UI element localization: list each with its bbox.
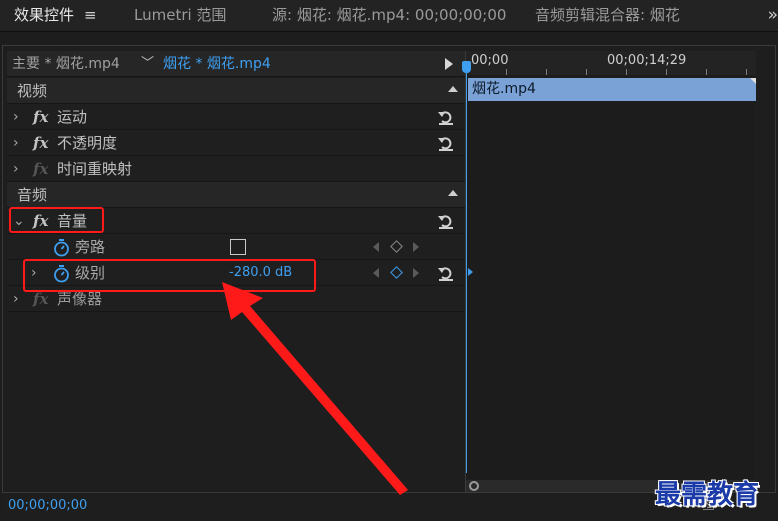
previous-keyframe-icon[interactable] bbox=[373, 268, 379, 278]
chevron-down-icon[interactable]: ﹀ bbox=[141, 51, 154, 77]
stopwatch-icon[interactable] bbox=[53, 238, 70, 257]
panel-menu-icon[interactable]: ≡ bbox=[84, 0, 97, 31]
keyframe-marker-icon[interactable] bbox=[468, 268, 473, 276]
chevron-right-icon[interactable]: › bbox=[13, 130, 19, 156]
clip-selector-bar: 主要 * 烟花.mp4 ﹀ 烟花 * 烟花.mp4 bbox=[7, 51, 465, 77]
ruler-tick bbox=[626, 69, 627, 75]
tab-overflow-icon[interactable]: » bbox=[768, 0, 778, 32]
fx-icon[interactable]: fx bbox=[33, 130, 48, 156]
param-row-bypass: 旁路 bbox=[7, 234, 465, 260]
reset-icon[interactable] bbox=[437, 108, 455, 126]
tab-effect-controls[interactable]: 效果控件 ≡ bbox=[14, 0, 97, 32]
next-keyframe-icon[interactable] bbox=[413, 242, 419, 252]
scroll-handle[interactable] bbox=[469, 481, 479, 491]
sequence-clip-label[interactable]: 烟花 * 烟花.mp4 bbox=[163, 51, 271, 77]
current-timecode[interactable]: 00;00;00;00 bbox=[8, 493, 87, 519]
ruler-tick bbox=[506, 69, 507, 75]
section-video[interactable]: 视频 bbox=[7, 78, 465, 104]
play-icon[interactable] bbox=[445, 58, 453, 70]
master-clip-label[interactable]: 主要 * 烟花.mp4 bbox=[12, 51, 120, 77]
clip-end-marker bbox=[750, 78, 756, 84]
fx-icon[interactable]: fx bbox=[33, 104, 48, 130]
effect-name-motion: 运动 bbox=[57, 108, 88, 126]
time-ruler[interactable]: 00;00 00;00;14;29 bbox=[462, 51, 756, 75]
param-label-bypass: 旁路 bbox=[75, 238, 106, 256]
effect-name-time-remapping: 时间重映射 bbox=[57, 160, 133, 178]
next-keyframe-icon[interactable] bbox=[413, 268, 419, 278]
bypass-checkbox[interactable] bbox=[230, 239, 246, 255]
highlight-box-level bbox=[23, 259, 316, 292]
ruler-start-time: 00;00 bbox=[471, 53, 509, 68]
chevron-right-icon[interactable]: › bbox=[13, 286, 19, 312]
highlight-box-volume bbox=[9, 207, 104, 233]
effect-name-opacity: 不透明度 bbox=[57, 134, 118, 152]
section-audio[interactable]: 音频 bbox=[7, 182, 465, 208]
section-audio-label: 音频 bbox=[17, 186, 48, 204]
fx-icon: fx bbox=[33, 160, 49, 178]
effect-row-opacity[interactable]: › fx 不透明度 bbox=[7, 130, 465, 156]
timeline-clip[interactable]: 烟花.mp4 bbox=[468, 78, 756, 101]
ruler-tick bbox=[666, 69, 667, 75]
reset-icon[interactable] bbox=[437, 264, 455, 282]
add-keyframe-icon[interactable] bbox=[390, 240, 403, 253]
chevron-right-icon[interactable]: › bbox=[13, 156, 19, 182]
add-keyframe-icon[interactable] bbox=[390, 266, 403, 279]
tab-effect-controls-label: 效果控件 bbox=[14, 6, 75, 24]
tab-audio-clip-mixer[interactable]: 音频剪辑混合器: 烟花 bbox=[535, 0, 680, 32]
collapse-triangle-icon[interactable] bbox=[448, 86, 458, 92]
ruler-tick bbox=[706, 69, 707, 75]
section-video-label: 视频 bbox=[17, 82, 48, 100]
mini-timeline: 00;00 00;00;14;29 烟花.mp4 bbox=[462, 51, 756, 492]
effect-row-motion[interactable]: › fx 运动 bbox=[7, 104, 465, 130]
chevron-right-icon[interactable]: › bbox=[13, 104, 19, 130]
watermark-logo: 最需教育 bbox=[655, 480, 760, 510]
collapse-triangle-icon[interactable] bbox=[448, 190, 458, 196]
ruler-tick bbox=[746, 69, 747, 75]
reset-icon[interactable] bbox=[437, 212, 455, 230]
previous-keyframe-icon[interactable] bbox=[373, 242, 379, 252]
tab-source-monitor[interactable]: 源: 烟花: 烟花.mp4: 00;00;00;00 bbox=[272, 0, 506, 32]
timeline-clip-name: 烟花.mp4 bbox=[472, 81, 536, 97]
tab-lumetri-scopes[interactable]: Lumetri 范围 bbox=[134, 0, 226, 32]
ruler-tick bbox=[586, 69, 587, 75]
ruler-end-time: 00;00;14;29 bbox=[607, 53, 687, 68]
ruler-tick bbox=[546, 69, 547, 75]
effect-row-time-remapping[interactable]: › fx 时间重映射 bbox=[7, 156, 465, 182]
playhead-line[interactable] bbox=[466, 73, 467, 473]
playhead-handle[interactable] bbox=[462, 61, 471, 73]
reset-icon[interactable] bbox=[437, 134, 455, 152]
panel-tab-bar: 效果控件 ≡ Lumetri 范围 源: 烟花: 烟花.mp4: 00;00;00… bbox=[0, 0, 778, 32]
